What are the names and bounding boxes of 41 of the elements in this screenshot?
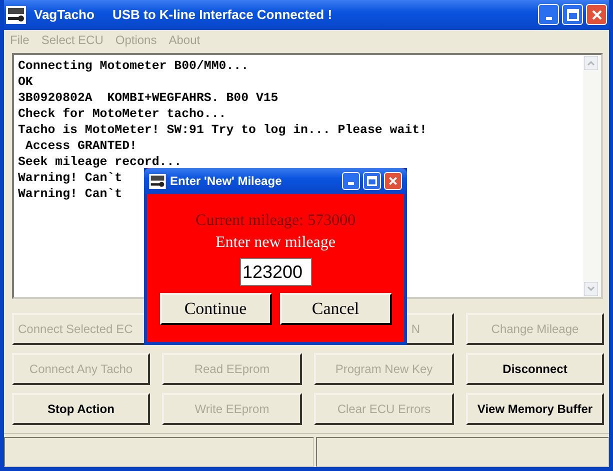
action-button[interactable]: View Memory Buffer (466, 393, 604, 426)
dialog-button[interactable]: Continue (160, 293, 272, 325)
close-icon (590, 8, 602, 21)
action-button[interactable]: Stop Action (12, 393, 150, 426)
log-line: Access GRANTED! (24, 138, 137, 154)
close-icon (388, 176, 398, 186)
connection-status: USB to K-line Interface Connected ! (112, 7, 332, 22)
menu-item[interactable]: About (168, 33, 200, 48)
log-line: 3B0920802A KOMBI+WEGFAHRS. B00 V15 (18, 90, 278, 106)
log-line: Check for MotoMeter tacho... (18, 106, 226, 122)
log-line: Seek mileage record... (18, 154, 182, 170)
window-title: VagTacho (34, 7, 94, 22)
key-icon (149, 174, 166, 188)
menu-item[interactable]: Options (115, 33, 157, 48)
key-icon (6, 6, 26, 24)
scroll-up-icon (584, 56, 598, 70)
log-line: Warning! Can`t (18, 170, 122, 186)
minimize-button[interactable] (538, 4, 559, 26)
scroll-down-icon (584, 282, 598, 296)
menu-item[interactable]: File (10, 33, 30, 48)
menu-item[interactable]: Select ECU (41, 33, 104, 48)
prompt-text: Enter new mileage (216, 234, 336, 252)
current-mileage-text: Current mileage: 573000 (196, 212, 356, 230)
log-line: Connecting Motometer B00/MM0... (18, 58, 249, 74)
action-button[interactable]: Disconnect (466, 353, 604, 386)
mileage-input[interactable]: 123200 (240, 258, 312, 286)
close-button[interactable] (384, 172, 402, 190)
dialog-button[interactable]: Cancel (280, 293, 392, 325)
minimize-icon (546, 17, 552, 20)
maximize-button[interactable] (562, 4, 583, 26)
maximize-icon (367, 176, 377, 186)
maximize-button[interactable] (363, 172, 381, 190)
log-line: Warning! Can`t (18, 186, 122, 202)
maximize-icon (566, 8, 578, 21)
scrollbar[interactable] (583, 55, 601, 298)
dialog-title: Enter 'New' Mileage (170, 174, 282, 188)
minimize-icon (348, 182, 354, 185)
log-line: Tacho is MotoMeter! SW:91 Try to log in... Please wait! (18, 122, 427, 138)
close-button[interactable] (586, 4, 607, 26)
log-line: OK (18, 74, 33, 90)
minimize-button[interactable] (342, 172, 360, 190)
